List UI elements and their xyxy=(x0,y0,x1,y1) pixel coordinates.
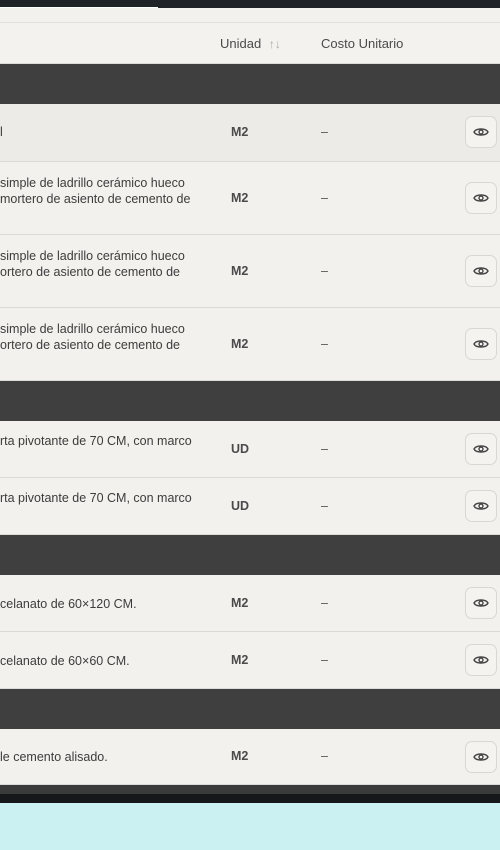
row-description: celanato de 60×120 CM. xyxy=(0,597,137,611)
row-description: simple de ladrillo cerámico hueco ortero… xyxy=(0,249,185,279)
row-unit: UD xyxy=(231,442,250,456)
row-cost: – xyxy=(321,191,328,205)
eye-icon xyxy=(473,502,489,510)
eye-icon xyxy=(473,753,489,761)
column-header-cost: Costo Unitario xyxy=(321,36,404,51)
column-header-unit[interactable]: Unidad ↑↓ xyxy=(220,36,281,51)
section-group-header xyxy=(0,535,500,575)
row-description: simple de ladrillo cerámico hueco ortero… xyxy=(0,322,185,352)
section-group-header xyxy=(0,64,500,104)
row-cost: – xyxy=(321,442,328,456)
table-row: rta pivotante de 70 CM, con marco UD – xyxy=(0,478,500,535)
row-description: simple de ladrillo cerámico hueco morter… xyxy=(0,176,191,206)
view-button[interactable] xyxy=(465,116,497,148)
section-group-header xyxy=(0,381,500,421)
row-description: l xyxy=(0,125,3,139)
table-row: l M2 – xyxy=(0,104,500,162)
row-cost: – xyxy=(321,499,328,513)
table-row: simple de ladrillo cerámico hueco ortero… xyxy=(0,235,500,308)
window-bottom-bar xyxy=(0,785,500,803)
row-cost: – xyxy=(321,596,328,610)
row-cost: – xyxy=(321,749,328,763)
row-unit: M2 xyxy=(231,264,249,278)
table-row: celanato de 60×60 CM. M2 – xyxy=(0,632,500,689)
row-unit: UD xyxy=(231,499,250,513)
table-row: le cemento alisado. M2 – xyxy=(0,729,500,785)
view-button[interactable] xyxy=(465,433,497,465)
eye-icon xyxy=(473,445,489,453)
items-table: Unidad ↑↓ Costo Unitario l M2 – simple d… xyxy=(0,8,500,785)
eye-icon xyxy=(473,128,489,136)
eye-icon xyxy=(473,599,489,607)
sort-icon[interactable]: ↑↓ xyxy=(269,37,281,51)
view-button[interactable] xyxy=(465,490,497,522)
eye-icon xyxy=(473,194,489,202)
row-description: le cemento alisado. xyxy=(0,750,108,764)
view-button[interactable] xyxy=(465,182,497,214)
row-description: celanato de 60×60 CM. xyxy=(0,654,130,668)
row-unit: M2 xyxy=(231,125,249,139)
section-group-header xyxy=(0,689,500,729)
eye-icon xyxy=(473,267,489,275)
eye-icon xyxy=(473,656,489,664)
row-cost: – xyxy=(321,264,328,278)
view-button[interactable] xyxy=(465,255,497,287)
window-top-bar xyxy=(0,0,500,9)
view-button[interactable] xyxy=(465,328,497,360)
table-header: Unidad ↑↓ Costo Unitario xyxy=(0,22,500,64)
row-unit: M2 xyxy=(231,596,249,610)
row-unit: M2 xyxy=(231,749,249,763)
column-header-unit-label: Unidad xyxy=(220,36,262,51)
table-row: celanato de 60×120 CM. M2 – xyxy=(0,575,500,632)
view-button[interactable] xyxy=(465,644,497,676)
view-button[interactable] xyxy=(465,587,497,619)
row-unit: M2 xyxy=(231,191,249,205)
row-unit: M2 xyxy=(231,653,249,667)
row-cost: – xyxy=(321,653,328,667)
row-cost: – xyxy=(321,337,328,351)
row-description: rta pivotante de 70 CM, con marco xyxy=(0,434,192,448)
row-unit: M2 xyxy=(231,337,249,351)
view-button[interactable] xyxy=(465,741,497,773)
table-row: rta pivotante de 70 CM, con marco UD – xyxy=(0,421,500,478)
row-cost: – xyxy=(321,125,328,139)
eye-icon xyxy=(473,340,489,348)
table-row: simple de ladrillo cerámico hueco ortero… xyxy=(0,308,500,381)
horizontal-scrollbar[interactable] xyxy=(0,785,500,794)
table-row: simple de ladrillo cerámico hueco morter… xyxy=(0,162,500,235)
row-description: rta pivotante de 70 CM, con marco xyxy=(0,491,192,505)
